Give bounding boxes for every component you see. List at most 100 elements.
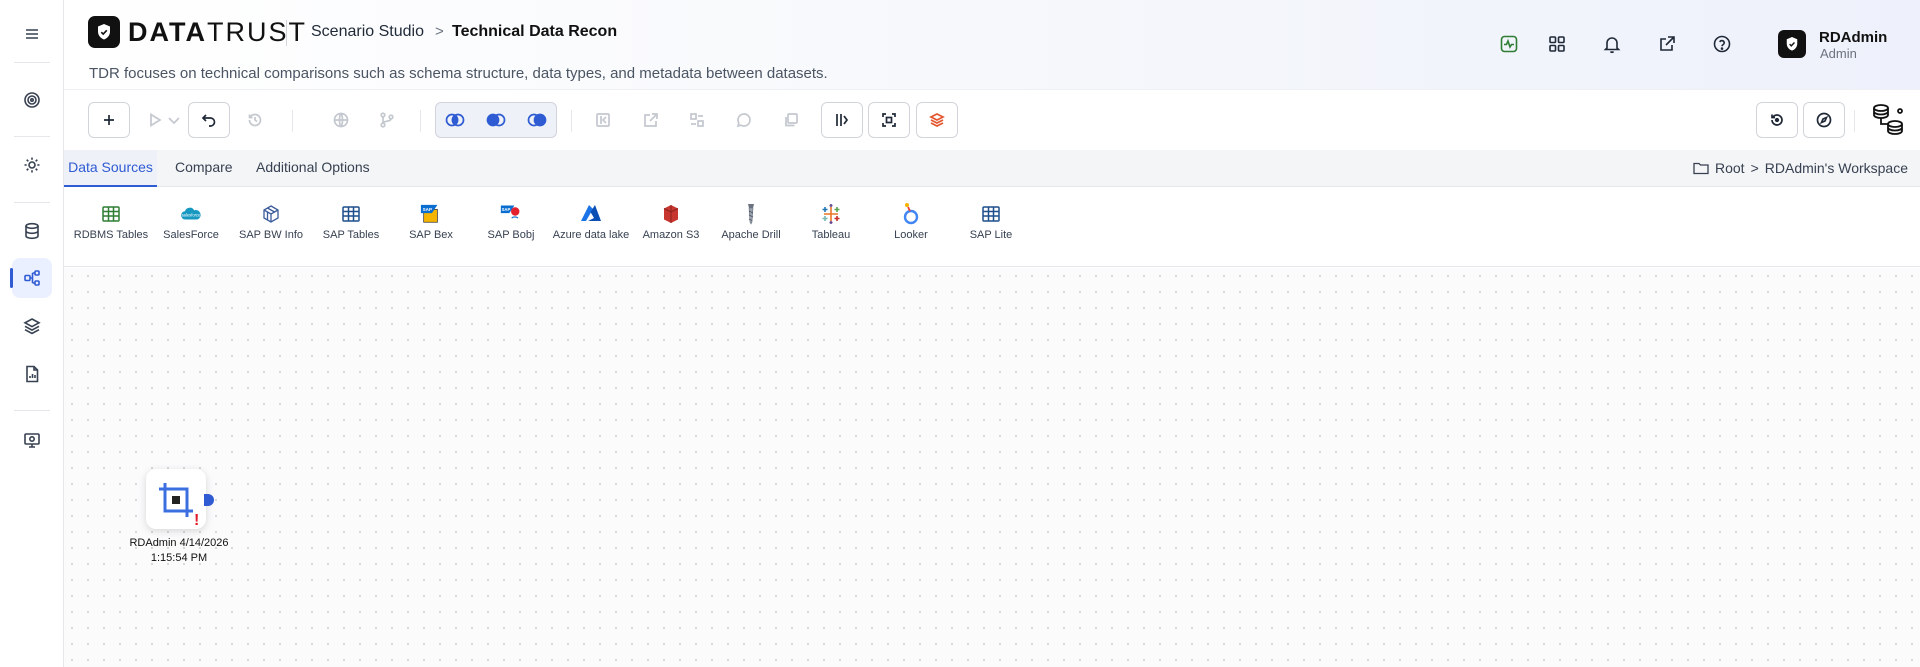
tab-data-sources[interactable]: Data Sources <box>64 150 157 187</box>
data-sources-palette: RDBMS Tables salesforce SalesForce SAP B… <box>64 187 1920 267</box>
table-icon <box>982 206 1000 222</box>
report-icon <box>26 365 39 383</box>
s3-icon <box>663 205 679 223</box>
source-amazon-s3[interactable]: Amazon S3 <box>631 203 711 243</box>
join-left-icon <box>486 113 506 127</box>
node-warning-icon: ! <box>194 512 200 529</box>
sidebar-item-workflow[interactable] <box>10 258 52 298</box>
source-sap-bobj[interactable]: SAP SAP Bobj <box>471 203 551 243</box>
tab-additional-options[interactable]: Additional Options <box>256 150 370 187</box>
layers-icon <box>23 318 41 335</box>
restore-button[interactable] <box>1756 102 1798 138</box>
node-label: RDAdmin 4/14/2026 1:15:54 PM <box>129 537 229 564</box>
tab-bar: Data Sources Compare Additional Options … <box>64 150 1920 187</box>
table-icon <box>102 206 120 222</box>
header: DATATRUST Scenario Studio > Technical Da… <box>64 0 1920 90</box>
node-output-port[interactable] <box>204 494 214 506</box>
settings-icon <box>24 157 40 173</box>
menu-button[interactable] <box>12 14 52 54</box>
external-link-icon <box>1660 36 1675 51</box>
notifications-button[interactable] <box>1598 30 1626 58</box>
sidebar <box>0 0 64 667</box>
fit-view-button[interactable] <box>868 102 910 138</box>
inner-join-button[interactable] <box>435 102 475 138</box>
comment-button[interactable] <box>723 102 765 138</box>
toolbar-divider <box>292 110 293 132</box>
source-sap-tables[interactable]: SAP Tables <box>311 203 391 243</box>
history-button[interactable] <box>234 102 276 138</box>
duplicate-button[interactable] <box>770 102 812 138</box>
skip-back-icon <box>596 113 610 127</box>
svg-text:SAP: SAP <box>502 207 511 212</box>
sap-bobj-icon: SAP <box>500 205 520 219</box>
sidebar-item-monitor[interactable] <box>12 420 52 460</box>
target-icon <box>24 92 40 108</box>
stack-button[interactable] <box>916 102 958 138</box>
plus-icon <box>104 115 114 125</box>
focus-icon <box>882 113 896 127</box>
help-button[interactable] <box>1708 30 1736 58</box>
split-button[interactable] <box>676 102 718 138</box>
first-button[interactable] <box>582 102 624 138</box>
sidebar-divider <box>14 136 50 137</box>
toolbar <box>64 90 1920 150</box>
breadcrumb-separator: > <box>435 23 444 40</box>
tableau-icon <box>822 204 840 224</box>
workspace-separator: > <box>1750 160 1759 176</box>
branch-button[interactable] <box>366 102 408 138</box>
sidebar-divider <box>14 410 50 411</box>
source-azure-data-lake[interactable]: Azure data lake <box>551 203 631 243</box>
user-role: Admin <box>1820 46 1857 61</box>
source-apache-drill[interactable]: Apache Drill <box>711 203 791 243</box>
sidebar-divider <box>14 202 50 203</box>
globe-icon <box>333 112 349 128</box>
tab-compare[interactable]: Compare <box>175 150 233 187</box>
source-tableau[interactable]: Tableau <box>791 203 871 243</box>
source-looker[interactable]: Looker <box>871 203 951 243</box>
right-join-button[interactable] <box>517 102 557 138</box>
source-sap-lite[interactable]: SAP Lite <box>951 203 1031 243</box>
play-icon <box>150 112 162 128</box>
salesforce-icon: salesforce <box>181 207 201 220</box>
sidebar-item-reports[interactable] <box>12 354 52 394</box>
split-icon <box>690 113 704 127</box>
explore-button[interactable] <box>1803 102 1845 138</box>
workspace-breadcrumb[interactable]: Root > RDAdmin's Workspace <box>1693 160 1908 176</box>
page-title: Technical Data Recon <box>452 23 618 40</box>
source-rdbms-tables[interactable]: RDBMS Tables <box>71 203 151 243</box>
breadcrumb-root[interactable]: Scenario Studio <box>311 23 424 41</box>
avatar[interactable] <box>1778 30 1806 58</box>
source-salesforce[interactable]: salesforce SalesForce <box>151 203 231 243</box>
logo-mark <box>88 16 120 48</box>
compare-layout-button[interactable] <box>821 102 863 138</box>
undo-icon <box>201 114 216 127</box>
azure-icon <box>581 205 601 221</box>
sidebar-item-settings[interactable] <box>12 145 52 185</box>
join-right-icon <box>527 113 547 127</box>
run-options-dropdown[interactable] <box>164 102 184 138</box>
shield-icon <box>98 24 110 40</box>
folder-icon <box>1693 162 1709 175</box>
user-name[interactable]: RDAdmin <box>1819 29 1887 46</box>
svg-text:SAP: SAP <box>423 207 432 212</box>
data-compare-button[interactable] <box>1866 98 1910 142</box>
sidebar-item-database[interactable] <box>12 211 52 251</box>
apps-button[interactable] <box>1543 30 1571 58</box>
join-inner-icon <box>445 113 465 127</box>
workflow-canvas[interactable]: ! RDAdmin 4/14/2026 1:15:54 PM <box>64 268 1920 667</box>
left-join-button[interactable] <box>476 102 516 138</box>
add-button[interactable] <box>88 102 130 138</box>
sidebar-item-layers[interactable] <box>12 306 52 346</box>
sidebar-item-target[interactable] <box>12 80 52 120</box>
open-external-button[interactable] <box>1653 30 1681 58</box>
export-button[interactable] <box>630 102 672 138</box>
restore-icon <box>1771 114 1783 126</box>
source-sap-bex[interactable]: SAP SAP Bex <box>391 203 471 243</box>
copy-icon <box>785 113 798 127</box>
source-sap-bw-info[interactable]: SAP BW Info <box>231 203 311 243</box>
grid-icon <box>1549 36 1565 52</box>
undo-button[interactable] <box>188 102 230 138</box>
globe-button[interactable] <box>320 102 362 138</box>
activity-button[interactable] <box>1495 30 1523 58</box>
sidebar-divider <box>14 62 50 63</box>
